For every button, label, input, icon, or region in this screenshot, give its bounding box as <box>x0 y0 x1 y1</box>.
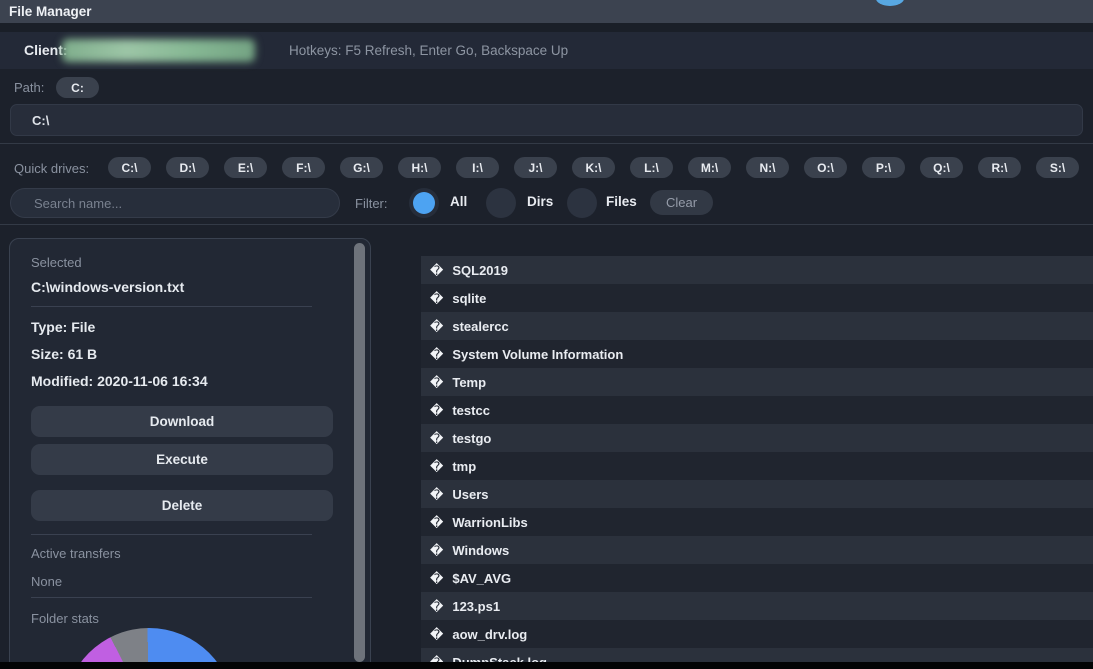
folder-stats-label: Folder stats <box>31 611 99 626</box>
delete-button[interactable]: Delete <box>31 490 333 521</box>
unknown-glyph-icon: � <box>430 404 443 417</box>
selected-path: C:\windows-version.txt <box>31 279 184 295</box>
unknown-glyph-icon: � <box>430 264 443 277</box>
quick-drives-label: Quick drives: <box>14 161 89 176</box>
file-name: Users <box>452 487 488 502</box>
bottom-letterbox <box>0 662 1093 669</box>
file-row[interactable]: � tmp <box>421 452 1093 480</box>
file-row[interactable]: � testcc <box>421 396 1093 424</box>
drive-chip[interactable]: F:\ <box>282 157 325 178</box>
file-row[interactable]: � Windows <box>421 536 1093 564</box>
file-row[interactable]: � Users <box>421 480 1093 508</box>
title-bar: File Manager <box>0 0 1093 23</box>
drive-chip[interactable]: E:\ <box>224 157 267 178</box>
drive-chip[interactable]: C:\ <box>108 157 151 178</box>
file-size: Size: 61 B <box>31 346 97 362</box>
hotkeys-hint: Hotkeys: F5 Refresh, Enter Go, Backspace… <box>289 43 568 58</box>
client-id-redacted <box>62 39 255 62</box>
divider <box>31 306 312 307</box>
drive-chip[interactable]: H:\ <box>398 157 441 178</box>
execute-button[interactable]: Execute <box>31 444 333 475</box>
drive-chip[interactable]: P:\ <box>862 157 905 178</box>
file-name: SQL2019 <box>452 263 508 278</box>
file-name: System Volume Information <box>452 347 623 362</box>
file-row[interactable]: � sqlite <box>421 284 1093 312</box>
download-button[interactable]: Download <box>31 406 333 437</box>
file-row[interactable]: � stealercc <box>421 312 1093 340</box>
file-row[interactable]: � Temp <box>421 368 1093 396</box>
file-name: testgo <box>452 431 491 446</box>
drive-chip[interactable]: S:\ <box>1036 157 1079 178</box>
sidebar-scrollbar[interactable] <box>354 243 365 662</box>
unknown-glyph-icon: � <box>430 292 443 305</box>
file-row[interactable]: � SQL2019 <box>421 256 1093 284</box>
drive-chip[interactable]: Q:\ <box>920 157 963 178</box>
drive-chip[interactable]: D:\ <box>166 157 209 178</box>
file-name: testcc <box>452 403 490 418</box>
file-name: aow_drv.log <box>452 627 527 642</box>
filter-label-all[interactable]: All <box>450 194 467 209</box>
drive-chip[interactable]: L:\ <box>630 157 673 178</box>
file-list: � SQL2019 � sqlite � stealercc � System … <box>421 256 1093 669</box>
file-row[interactable]: � WarrionLibs <box>421 508 1093 536</box>
drive-chip[interactable]: R:\ <box>978 157 1021 178</box>
filter-label-files[interactable]: Files <box>606 194 637 209</box>
drive-chip[interactable]: G:\ <box>340 157 383 178</box>
clear-filter-button[interactable]: Clear <box>650 190 713 215</box>
unknown-glyph-icon: � <box>430 376 443 389</box>
divider <box>0 224 1093 225</box>
filter-radio-all[interactable] <box>409 188 439 218</box>
selected-label: Selected <box>31 255 82 270</box>
drive-chip[interactable]: J:\ <box>514 157 557 178</box>
filter-radio-dirs[interactable] <box>486 188 516 218</box>
file-name: sqlite <box>452 291 486 306</box>
unknown-glyph-icon: � <box>430 320 443 333</box>
unknown-glyph-icon: � <box>430 600 443 613</box>
file-name: 123.ps1 <box>452 599 500 614</box>
breadcrumb-drive-chip[interactable]: C: <box>56 77 99 98</box>
file-name: Windows <box>452 543 509 558</box>
file-row[interactable]: � System Volume Information <box>421 340 1093 368</box>
active-transfers-value: None <box>31 574 62 589</box>
search-input[interactable] <box>10 188 340 218</box>
file-name: stealercc <box>452 319 508 334</box>
drive-chip[interactable]: M:\ <box>688 157 731 178</box>
file-row[interactable]: � testgo <box>421 424 1093 452</box>
filter-radio-files[interactable] <box>567 188 597 218</box>
drive-chip[interactable]: K:\ <box>572 157 615 178</box>
unknown-glyph-icon: � <box>430 432 443 445</box>
quick-drives-row: C:\ D:\ E:\ F:\ G:\ H:\ I:\ J:\ K:\ L:\ … <box>108 157 1079 178</box>
active-transfers-label: Active transfers <box>31 546 121 561</box>
details-panel: Selected C:\windows-version.txt Type: Fi… <box>9 238 371 669</box>
path-input[interactable] <box>10 104 1083 136</box>
file-row[interactable]: � 123.ps1 <box>421 592 1093 620</box>
file-name: WarrionLibs <box>452 515 527 530</box>
unknown-glyph-icon: � <box>430 572 443 585</box>
drive-chip[interactable]: I:\ <box>456 157 499 178</box>
filter-label: Filter: <box>355 196 388 211</box>
file-modified: Modified: 2020-11-06 16:34 <box>31 373 208 389</box>
drive-chip[interactable]: O:\ <box>804 157 847 178</box>
window-title: File Manager <box>0 0 1093 23</box>
divider <box>0 143 1093 144</box>
file-name: $AV_AVG <box>452 571 511 586</box>
unknown-glyph-icon: � <box>430 628 443 641</box>
file-name: Temp <box>452 375 486 390</box>
unknown-glyph-icon: � <box>430 488 443 501</box>
client-bar: Client: Hotkeys: F5 Refresh, Enter Go, B… <box>0 32 1093 69</box>
file-row[interactable]: � $AV_AVG <box>421 564 1093 592</box>
unknown-glyph-icon: � <box>430 460 443 473</box>
divider <box>31 534 312 535</box>
divider <box>31 597 312 598</box>
unknown-glyph-icon: � <box>430 348 443 361</box>
drive-chip[interactable]: N:\ <box>746 157 789 178</box>
file-type: Type: File <box>31 319 95 335</box>
title-gap <box>0 23 1093 32</box>
filter-label-dirs[interactable]: Dirs <box>527 194 553 209</box>
unknown-glyph-icon: � <box>430 516 443 529</box>
path-label: Path: <box>14 80 44 95</box>
file-row[interactable]: � aow_drv.log <box>421 620 1093 648</box>
file-name: tmp <box>452 459 476 474</box>
unknown-glyph-icon: � <box>430 544 443 557</box>
